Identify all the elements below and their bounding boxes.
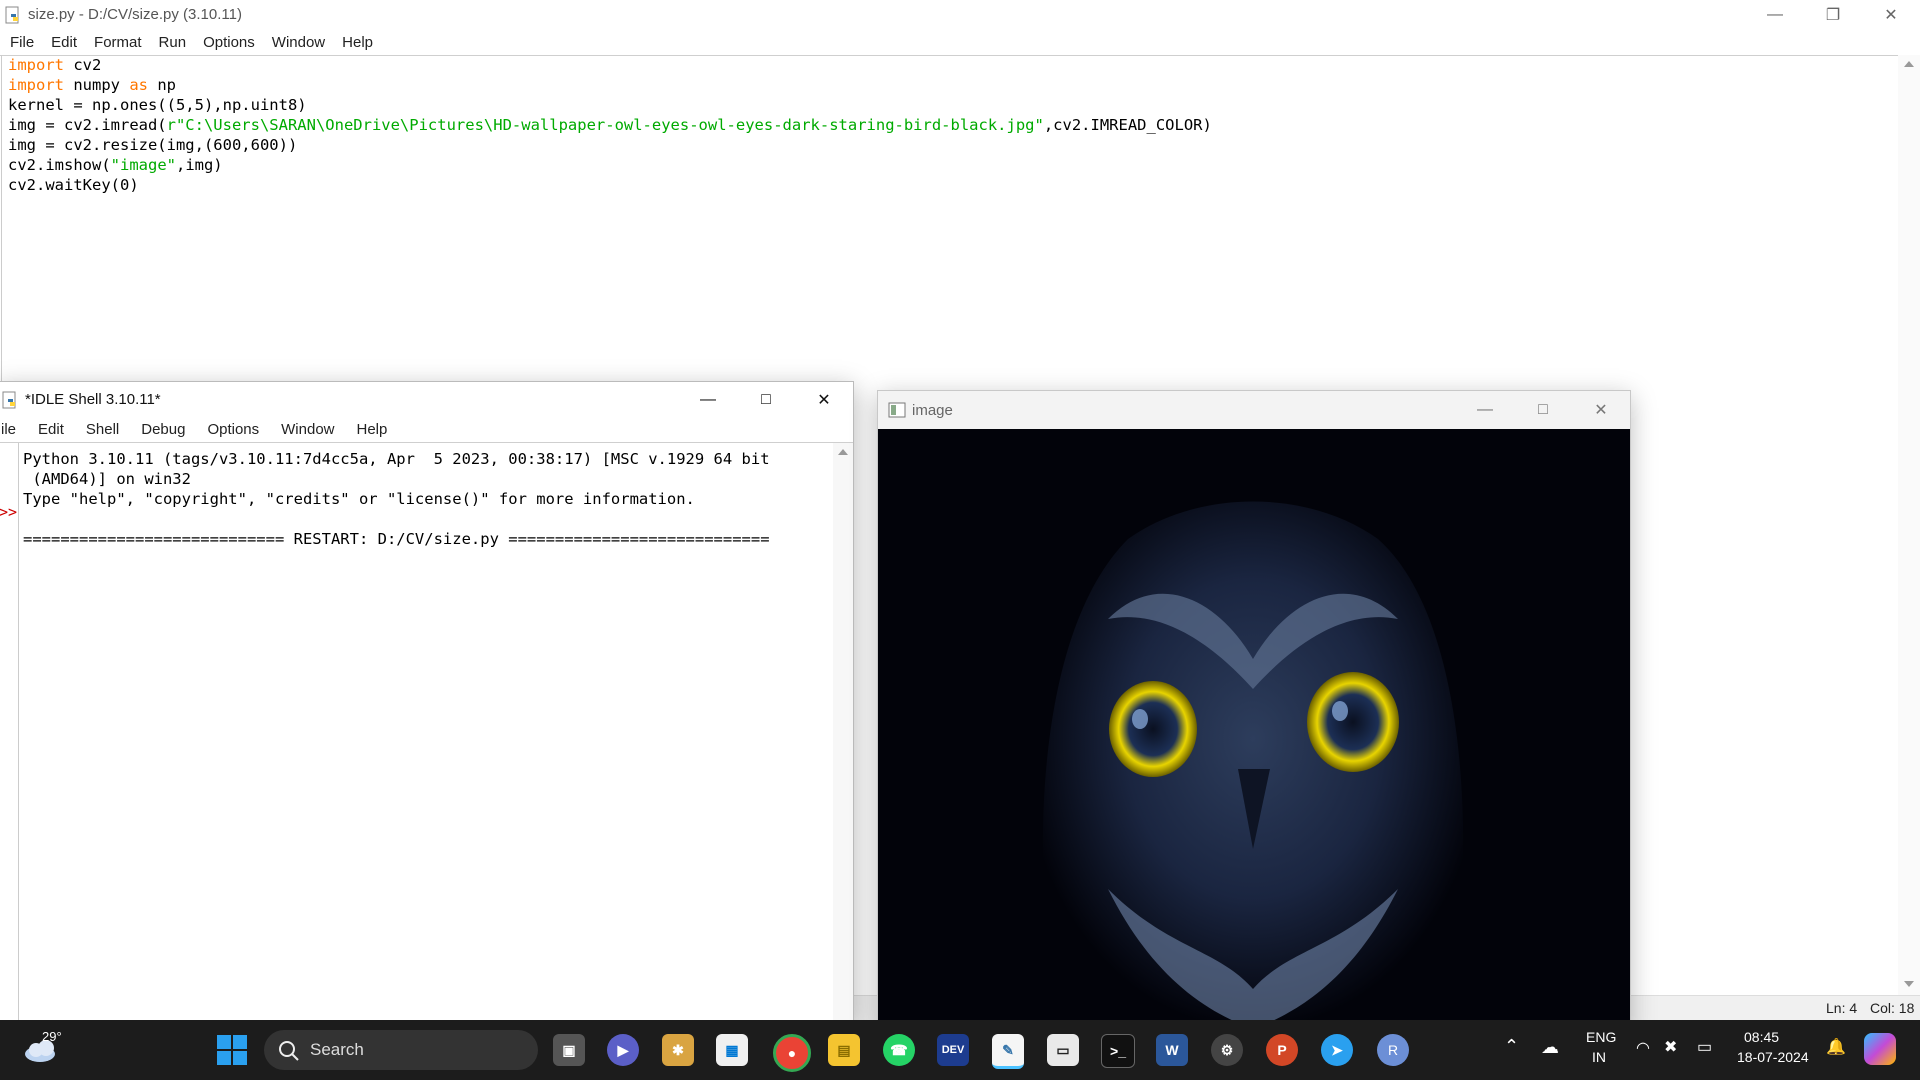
clock-date[interactable]: 18-07-2024 bbox=[1737, 1049, 1809, 1065]
shell-line: (AMD64)] on win32 bbox=[23, 470, 191, 488]
idle-shell-window: *IDLE Shell 3.10.11* — □ ✕ ile Edit Shel… bbox=[0, 381, 854, 1023]
close-icon[interactable]: ✕ bbox=[1862, 0, 1920, 29]
windows-start-icon[interactable] bbox=[216, 1034, 248, 1066]
shell-line: Type "help", "copyright", "credits" or "… bbox=[23, 490, 695, 508]
menu-window[interactable]: Window bbox=[272, 34, 325, 51]
shell-text: Python 3.10.11 (tags/v3.10.11:7d4cc5a, A… bbox=[23, 449, 770, 549]
taskbar-search-box[interactable]: Search bbox=[264, 1030, 538, 1070]
shell-menubar: ile Edit Shell Debug Options Window Help bbox=[0, 417, 853, 443]
scroll-up-icon bbox=[838, 449, 848, 455]
search-icon bbox=[279, 1041, 299, 1061]
maximize-icon[interactable]: □ bbox=[737, 382, 795, 417]
owl-image bbox=[878, 429, 1630, 1031]
shell-titlebar[interactable]: *IDLE Shell 3.10.11* — □ ✕ bbox=[0, 382, 853, 417]
dev-home-icon[interactable]: DEV bbox=[937, 1034, 969, 1066]
copilot-icon[interactable] bbox=[1864, 1033, 1896, 1065]
menu-run[interactable]: Run bbox=[159, 34, 187, 51]
onedrive-cloud-icon[interactable]: ☁ bbox=[1541, 1037, 1559, 1058]
weather-temp: 29° bbox=[42, 1029, 62, 1044]
volume-muted-icon[interactable]: ✖ bbox=[1664, 1037, 1677, 1057]
search-label: Search bbox=[310, 1040, 364, 1059]
shell-line: Python 3.10.11 (tags/v3.10.11:7d4cc5a, A… bbox=[23, 450, 770, 468]
code-line: img = cv2.imread(r"C:\Users\SARAN\OneDri… bbox=[8, 116, 1212, 134]
opencv-image-window: image — □ ✕ bbox=[877, 390, 1631, 1032]
python-idle-icon[interactable]: ✎ bbox=[992, 1034, 1024, 1069]
menu-shell[interactable]: Shell bbox=[86, 421, 119, 438]
shell-prompt: >> bbox=[0, 503, 18, 521]
code-line: cv2.waitKey(0) bbox=[8, 176, 139, 194]
code-line: cv2.imshow("image",img) bbox=[8, 156, 223, 174]
close-icon[interactable]: ✕ bbox=[795, 382, 853, 417]
notification-bell-icon[interactable]: 🔔 bbox=[1826, 1037, 1846, 1057]
code-line: import numpy as np bbox=[8, 76, 176, 94]
editor-scrollbar[interactable] bbox=[1898, 55, 1920, 995]
store-icon[interactable]: ▦ bbox=[716, 1034, 748, 1066]
powerpoint-icon[interactable]: P bbox=[1266, 1034, 1298, 1066]
battery-icon[interactable]: ▭ bbox=[1697, 1037, 1712, 1057]
scroll-arrows-icon bbox=[1904, 61, 1914, 987]
remote-desktop-icon[interactable]: ▭ bbox=[1047, 1034, 1079, 1066]
minimize-icon[interactable]: — bbox=[1456, 391, 1514, 429]
shell-scrollbar[interactable] bbox=[833, 443, 853, 1022]
menu-edit[interactable]: Edit bbox=[51, 34, 77, 51]
code-line: import cv2 bbox=[8, 56, 102, 74]
status-line: Ln: 4 bbox=[1826, 1000, 1858, 1016]
wifi-icon[interactable]: ◠ bbox=[1636, 1038, 1650, 1058]
menu-debug[interactable]: Debug bbox=[141, 421, 185, 438]
settings-gear-icon[interactable]: ⚙ bbox=[1211, 1034, 1243, 1066]
menu-file[interactable]: File bbox=[10, 34, 34, 51]
editor-titlebar[interactable]: size.py - D:/CV/size.py (3.10.11) — ❐ ✕ bbox=[0, 0, 1920, 29]
shell-line: ============================ RESTART: D:… bbox=[23, 530, 770, 548]
taskbar: 29° Search ▣ ▶ ✱ ▦ ● ▤ ☎ DEV ✎ ▭ >_ W ⚙ … bbox=[0, 1020, 1920, 1080]
r-app-icon[interactable]: R bbox=[1377, 1034, 1409, 1066]
word-icon[interactable]: W bbox=[1156, 1034, 1188, 1066]
close-icon[interactable]: ✕ bbox=[1572, 391, 1630, 429]
menu-format[interactable]: Format bbox=[94, 34, 142, 51]
minimize-icon[interactable]: — bbox=[1746, 0, 1804, 29]
menu-window[interactable]: Window bbox=[281, 421, 334, 438]
shell-output-area[interactable]: >> Python 3.10.11 (tags/v3.10.11:7d4cc5a… bbox=[0, 443, 853, 1022]
code-line: kernel = np.ones((5,5),np.uint8) bbox=[8, 96, 307, 114]
status-col: Col: 18 bbox=[1870, 1000, 1915, 1016]
menu-options[interactable]: Options bbox=[207, 421, 259, 438]
telegram-icon[interactable]: ➤ bbox=[1321, 1034, 1353, 1066]
menu-file[interactable]: ile bbox=[1, 421, 16, 438]
image-window-icon bbox=[888, 402, 906, 418]
menu-help[interactable]: Help bbox=[342, 34, 373, 51]
minimize-icon[interactable]: — bbox=[679, 382, 737, 417]
language-top[interactable]: ENG bbox=[1586, 1029, 1616, 1045]
teams-meet-icon[interactable]: ▶ bbox=[607, 1034, 639, 1066]
chrome-icon[interactable]: ● bbox=[773, 1034, 811, 1072]
terminal-icon[interactable]: >_ bbox=[1101, 1034, 1135, 1068]
code-line: img = cv2.resize(img,(600,600)) bbox=[8, 136, 298, 154]
image-window-title: image bbox=[912, 401, 953, 419]
chevron-up-icon[interactable]: ⌃ bbox=[1504, 1036, 1519, 1057]
photos-icon[interactable]: ✱ bbox=[662, 1034, 694, 1066]
editor-menubar: File Edit Format Run Options Window Help bbox=[0, 29, 1920, 56]
maximize-icon[interactable]: □ bbox=[1514, 391, 1572, 429]
shell-title: *IDLE Shell 3.10.11* bbox=[25, 391, 161, 408]
menu-options[interactable]: Options bbox=[203, 34, 255, 51]
menu-help[interactable]: Help bbox=[357, 421, 388, 438]
clock-time[interactable]: 08:45 bbox=[1744, 1029, 1779, 1045]
menu-edit[interactable]: Edit bbox=[38, 421, 64, 438]
task-view-icon[interactable]: ▣ bbox=[553, 1034, 585, 1066]
python-file-icon bbox=[5, 6, 19, 23]
language-bottom[interactable]: IN bbox=[1592, 1049, 1606, 1065]
python-shell-icon bbox=[2, 391, 16, 408]
editor-title: size.py - D:/CV/size.py (3.10.11) bbox=[28, 6, 242, 23]
whatsapp-icon[interactable]: ☎ bbox=[883, 1034, 915, 1066]
file-explorer-icon[interactable]: ▤ bbox=[828, 1034, 860, 1066]
shell-prompt-gutter: >> bbox=[0, 443, 19, 1022]
image-titlebar[interactable]: image — □ ✕ bbox=[878, 391, 1630, 429]
restore-icon[interactable]: ❐ bbox=[1804, 0, 1862, 29]
owl-picture bbox=[878, 429, 1630, 1031]
